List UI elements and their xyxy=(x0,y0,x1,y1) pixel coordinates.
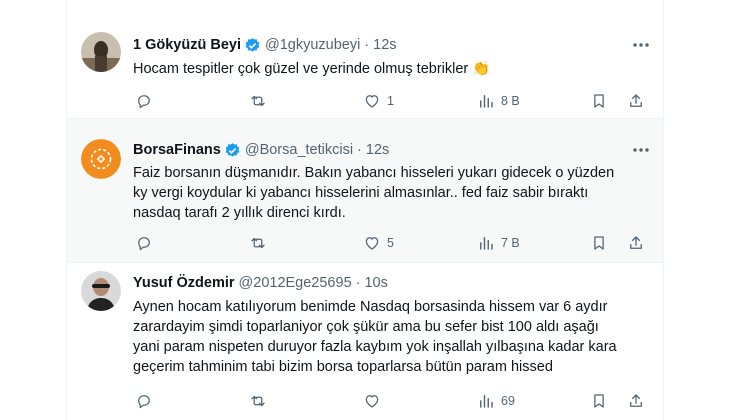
tweet-text-line: nasdaq tarafı 2 yıllık direnci kırdı. xyxy=(133,205,346,221)
author-handle[interactable]: @1gkyuzubeyi xyxy=(265,37,360,53)
reply-icon xyxy=(138,395,150,409)
author-handle[interactable]: @Borsa_tetikcisi xyxy=(245,142,353,158)
like-button[interactable] xyxy=(363,391,387,411)
separator-dot: · xyxy=(364,37,370,53)
action-bar: 69 xyxy=(127,391,649,411)
views-button[interactable]: 8 B xyxy=(477,91,520,111)
reply-button[interactable] xyxy=(135,91,159,111)
bookmark-button[interactable] xyxy=(590,391,608,411)
tweet-text: Hocam tespitler çok güzel ve yerinde olm… xyxy=(133,59,643,79)
bookmark-button[interactable] xyxy=(590,233,608,253)
more-icon[interactable] xyxy=(631,35,651,55)
avatar[interactable] xyxy=(81,32,121,72)
views-icon xyxy=(480,395,493,408)
share-button[interactable] xyxy=(627,391,645,411)
like-icon xyxy=(365,237,379,250)
tweet-1[interactable]: 1 Gökyüzü Beyi @1gkyuzubeyi · 12s Hocam … xyxy=(67,0,663,119)
bookmark-icon xyxy=(594,94,604,108)
share-button[interactable] xyxy=(627,91,645,111)
tweet-text: Faiz borsanın düşmanıdır. Bakın yabancı … xyxy=(133,163,643,223)
action-bar: 5 7 B xyxy=(127,233,649,253)
tweet-text-line: zarardayim şimdi toparlaniyor çok şükür … xyxy=(133,319,599,335)
like-count: 5 xyxy=(387,236,394,250)
verified-badge-icon xyxy=(244,37,261,54)
retweet-button[interactable] xyxy=(249,91,273,111)
author-handle[interactable]: @2012Ege25695 xyxy=(239,275,352,291)
views-icon xyxy=(480,237,493,250)
timestamp[interactable]: 12s xyxy=(366,142,389,158)
timestamp[interactable]: 12s xyxy=(373,37,396,53)
avatar[interactable] xyxy=(81,139,121,179)
views-count: 7 B xyxy=(501,236,520,250)
retweet-button[interactable] xyxy=(249,391,273,411)
like-button[interactable]: 5 xyxy=(363,233,394,253)
views-count: 8 B xyxy=(501,94,520,108)
verified-badge-icon xyxy=(224,142,241,159)
timeline-right-border xyxy=(663,0,664,420)
tweet-3[interactable]: Yusuf Özdemir @2012Ege25695 · 10s Aynen … xyxy=(67,263,663,420)
like-icon xyxy=(365,395,379,408)
more-icon[interactable] xyxy=(631,140,651,160)
views-count: 69 xyxy=(501,394,515,408)
reply-button[interactable] xyxy=(135,233,159,253)
tweet-2[interactable]: BorsaFinans @Borsa_tetikcisi · 12s Faiz … xyxy=(67,119,663,263)
reply-button[interactable] xyxy=(135,391,159,411)
like-count: 1 xyxy=(387,94,394,108)
tweet-text-line: geçerim tahminim tabi bizim borsa toparl… xyxy=(133,359,553,375)
views-button[interactable]: 7 B xyxy=(477,233,520,253)
reply-icon xyxy=(138,237,150,251)
tweet-text-line: yani param nispeten duruyor fazla kaybım… xyxy=(133,339,617,355)
retweet-icon xyxy=(251,395,265,407)
tweet-text: Aynen hocam katılıyorum benimde Nasdaq b… xyxy=(133,297,643,377)
avatar[interactable] xyxy=(81,271,121,311)
bookmark-icon xyxy=(594,394,604,408)
timestamp[interactable]: 10s xyxy=(364,275,387,291)
share-icon xyxy=(630,94,642,107)
action-bar: 1 8 B xyxy=(127,91,649,111)
like-icon xyxy=(365,95,379,108)
views-button[interactable]: 69 xyxy=(477,391,515,411)
share-button[interactable] xyxy=(627,233,645,253)
like-button[interactable]: 1 xyxy=(363,91,394,111)
bookmark-icon xyxy=(594,236,604,250)
views-icon xyxy=(480,95,493,108)
reply-icon xyxy=(138,95,150,109)
tweet-text-line: Aynen hocam katılıyorum benimde Nasdaq b… xyxy=(133,299,608,315)
author-name[interactable]: 1 Gökyüzü Beyi xyxy=(133,37,241,53)
retweet-button[interactable] xyxy=(249,233,273,253)
author-name[interactable]: BorsaFinans xyxy=(133,142,221,158)
separator-dot: · xyxy=(355,275,361,291)
share-icon xyxy=(630,236,642,249)
separator-dot: · xyxy=(357,142,362,158)
tweet-text-line: Hocam tespitler çok güzel ve yerinde olm… xyxy=(133,61,491,77)
bookmark-button[interactable] xyxy=(590,91,608,111)
tweet-text-line: ky vergi koydular ki yabancı hisselerini… xyxy=(133,185,589,201)
retweet-icon xyxy=(251,95,265,107)
tweet-text-line: Faiz borsanın düşmanıdır. Bakın yabancı … xyxy=(133,165,615,181)
retweet-icon xyxy=(251,237,265,249)
share-icon xyxy=(630,394,642,407)
author-name[interactable]: Yusuf Özdemir xyxy=(133,275,235,291)
